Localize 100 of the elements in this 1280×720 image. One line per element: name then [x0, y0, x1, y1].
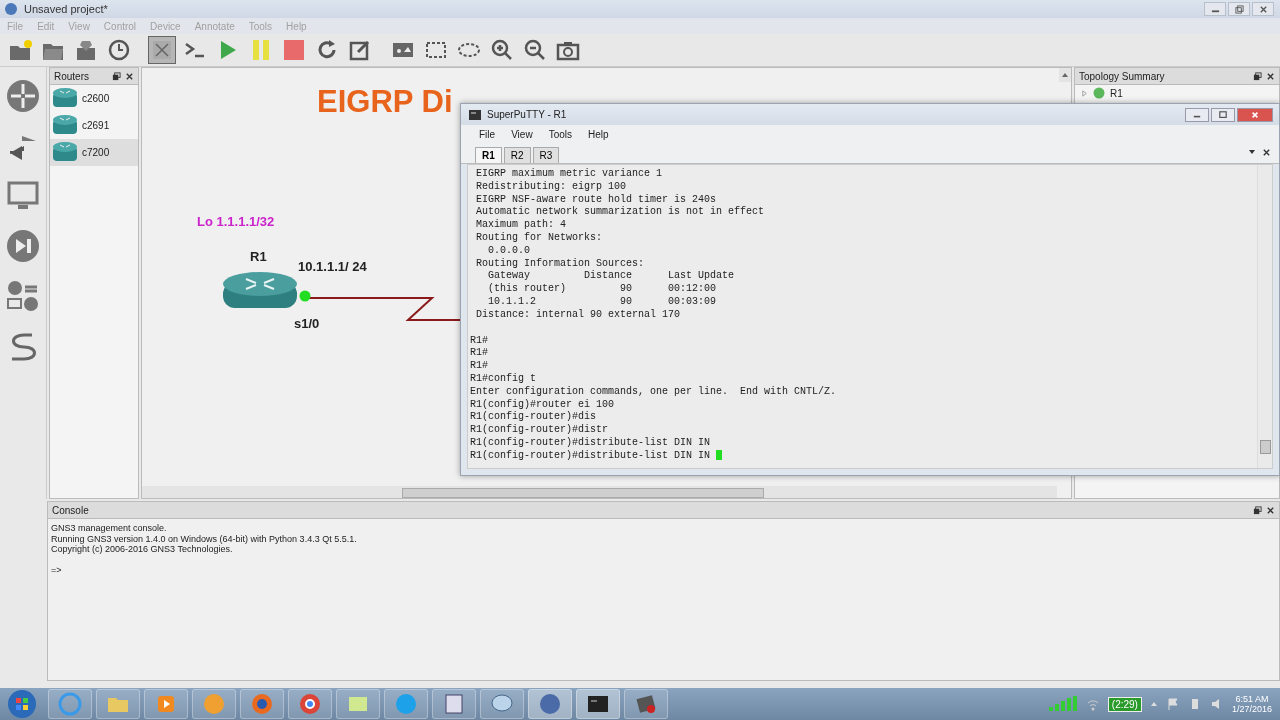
terminal-line: Automatic network summarization is not in effect: [475, 206, 766, 219]
app-icon: [634, 692, 658, 716]
session-tab[interactable]: R1: [475, 147, 502, 163]
session-tab[interactable]: R3: [532, 147, 560, 163]
battery-indicator[interactable]: (2:29): [1107, 696, 1142, 712]
close-icon: [1251, 110, 1259, 119]
terminal-line: R1(config-router)#dis: [470, 411, 598, 424]
terminal-line: Gateway Distance Last Update: [487, 270, 736, 283]
panel-title: Console: [52, 504, 89, 516]
clock-icon: [107, 38, 131, 62]
new-project-icon: [8, 38, 32, 62]
close-icon[interactable]: [1266, 71, 1275, 81]
browser-icon: [298, 692, 322, 716]
terminal-line: R1(config-router)#distr: [470, 424, 610, 437]
close-icon[interactable]: [1262, 148, 1271, 157]
window-title: SuperPuTTY - R1: [487, 109, 567, 120]
terminal-line: 0.0.0.0: [487, 244, 531, 258]
terminal-icon: [469, 109, 481, 120]
restore-icon: [1234, 4, 1244, 14]
stop-icon: [282, 38, 306, 62]
play-pause-icon: [6, 229, 40, 263]
terminal-line: Distance: internal 90 external 170: [475, 308, 682, 322]
terminal-line: R1#: [470, 360, 489, 373]
minimize-button[interactable]: [1185, 107, 1209, 122]
maximize-button[interactable]: [1211, 107, 1235, 122]
float-icon[interactable]: [112, 71, 121, 81]
toolbar-button[interactable]: [148, 36, 176, 64]
menu-item[interactable]: View: [511, 128, 533, 140]
terminal-line: Routing for Networks:: [475, 232, 604, 245]
terminal-line: R1(config-router)#distribute-list DIN IN: [470, 449, 1257, 463]
router-list-item[interactable]: c2600: [50, 85, 138, 112]
app-logo-icon: [4, 2, 18, 16]
terminal-line: Redistributing: eigrp 100: [475, 180, 628, 194]
vertical-scrollbar[interactable]: [1257, 165, 1272, 468]
text-cursor: [716, 450, 723, 461]
chat-icon: [394, 692, 418, 716]
maximize-icon: [1219, 110, 1227, 119]
close-icon[interactable]: [1266, 505, 1275, 515]
close-icon: [1258, 4, 1268, 14]
menu-item[interactable]: File: [479, 128, 496, 140]
panel-title: Routers: [54, 70, 89, 82]
tray-arrow-icon[interactable]: [1149, 700, 1158, 708]
edit-note-icon: [348, 38, 372, 62]
session-tab[interactable]: R2: [503, 147, 531, 163]
loopback-label: Lo 1.1.1.1/32: [197, 214, 275, 229]
float-icon[interactable]: [1253, 71, 1262, 81]
terminal-line: (this router) 90 00:12:00: [487, 283, 718, 296]
window-title: Unsaved project*: [24, 3, 108, 15]
signal-bars-icon: [1047, 696, 1078, 712]
taskbar-app-button[interactable]: [576, 689, 620, 719]
link-status-icon: [299, 290, 311, 302]
menu-item[interactable]: Tools: [548, 128, 572, 140]
terminal-line: R1(config)#router ei 100: [470, 398, 616, 411]
device-type-button[interactable]: [4, 77, 42, 115]
menu-item[interactable]: Help: [588, 128, 609, 140]
terminal-line: Enter configuration commands, one per line. End with CNTL/Z.: [470, 385, 838, 399]
canvas-title: EIGRP Di: [317, 84, 453, 120]
close-button[interactable]: [1237, 107, 1273, 122]
topology-item[interactable]: R1: [1075, 85, 1279, 101]
browser-icon: [250, 692, 274, 716]
router-icon: [6, 79, 40, 113]
terminal-line: EIGRP maximum metric variance 1: [475, 168, 664, 181]
terminal-line: Routing Information Sources:: [475, 257, 646, 270]
router-list-item[interactable]: c2691: [50, 112, 138, 139]
panel-title: Topology Summary: [1079, 70, 1165, 82]
save-icon: [74, 38, 98, 62]
app-icon: [442, 692, 466, 716]
terminal-line: R1#: [470, 334, 489, 348]
interface-label: s1/0: [294, 316, 320, 331]
terminal-line: Maximum path: 4: [475, 219, 567, 232]
router-list-item[interactable]: c7200: [50, 139, 138, 166]
zoom-out-icon: [523, 38, 547, 62]
console-prompt: =>: [51, 564, 63, 575]
horizontal-scrollbar[interactable]: [142, 486, 1057, 498]
dropdown-icon[interactable]: [1248, 148, 1256, 156]
zoom-in-icon: [490, 38, 514, 62]
console-line: Copyright (c) 2006-2016 GNS3 Technologies.: [51, 544, 234, 555]
restore-button[interactable]: [1228, 2, 1250, 16]
interface-address-label: 10.1.1.1/ 24: [298, 259, 367, 274]
terminal-line: EIGRP NSF-aware route hold timer is 240s: [475, 193, 718, 206]
wifi-icon: [1085, 697, 1100, 711]
router-status-icon: [1093, 87, 1105, 99]
console-line: GNS3 management console.: [51, 523, 168, 534]
app-icon: [538, 692, 562, 716]
minimize-button[interactable]: [1204, 2, 1226, 16]
float-icon[interactable]: [1253, 505, 1262, 515]
topology-icon: [150, 38, 174, 62]
router-label: R1: [250, 249, 267, 264]
terminal-line: R1#: [470, 347, 489, 361]
terminal-line: R1#config t: [470, 372, 537, 386]
close-button[interactable]: [1252, 2, 1274, 16]
browser-icon: [58, 692, 82, 716]
close-icon[interactable]: [125, 71, 134, 81]
console-line: Running GNS3 version 1.4.0 on Windows (64-bit) with Python 3.4.3 Qt 5.5.1.: [51, 533, 358, 545]
terminal-line: R1(config-router)#distribute-list DIN IN: [470, 436, 712, 450]
all-devices-icon: [6, 279, 40, 313]
flag-icon: [1165, 697, 1180, 711]
terminal-line: 10.1.1.2 90 00:03:09: [487, 295, 718, 309]
app-icon: [202, 692, 226, 716]
device-type-button[interactable]: [4, 227, 42, 265]
